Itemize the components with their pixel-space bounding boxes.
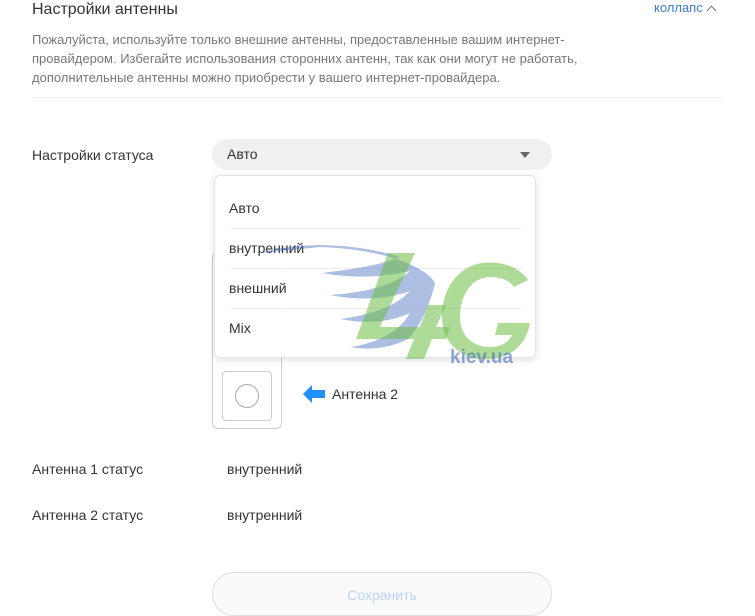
antenna-settings-page: Настройки антенны коллапс Пожалуйста, ис…	[0, 0, 755, 616]
antenna2-status-value: внутренний	[227, 507, 303, 523]
arrow-left-icon	[303, 385, 325, 403]
chevron-up-icon	[706, 5, 717, 15]
dropdown-option-external[interactable]: внешний	[229, 268, 523, 309]
status-settings-label: Настройки статуса	[32, 147, 154, 163]
antenna2-diagram-label: Антенна 2	[332, 386, 399, 402]
dropdown-option-internal[interactable]: внутренний	[229, 228, 523, 269]
save-button[interactable]: Сохранить	[212, 572, 552, 616]
dropdown-option-mix[interactable]: Mix	[229, 308, 523, 348]
divider	[32, 97, 722, 98]
collapse-label: коллапс	[654, 0, 703, 15]
status-settings-selected-value: Авто	[227, 146, 258, 162]
collapse-toggle[interactable]: коллапс	[654, 0, 717, 16]
section-title: Настройки антенны	[32, 1, 178, 18]
dropdown-option-auto[interactable]: Авто	[229, 188, 523, 229]
antenna-port-connector-icon	[235, 384, 259, 408]
status-settings-dropdown: Авто внутренний внешний Mix	[214, 175, 536, 358]
section-description: Пожалуйста, используйте только внешние а…	[32, 32, 578, 85]
caret-down-icon	[520, 152, 530, 158]
antenna2-status-label: Антенна 2 статус	[32, 507, 144, 523]
status-settings-select[interactable]: Авто	[212, 139, 552, 170]
antenna1-status-label: Антенна 1 статус	[32, 461, 144, 477]
antenna1-status-value: внутренний	[227, 461, 303, 477]
antenna-port	[222, 371, 272, 421]
